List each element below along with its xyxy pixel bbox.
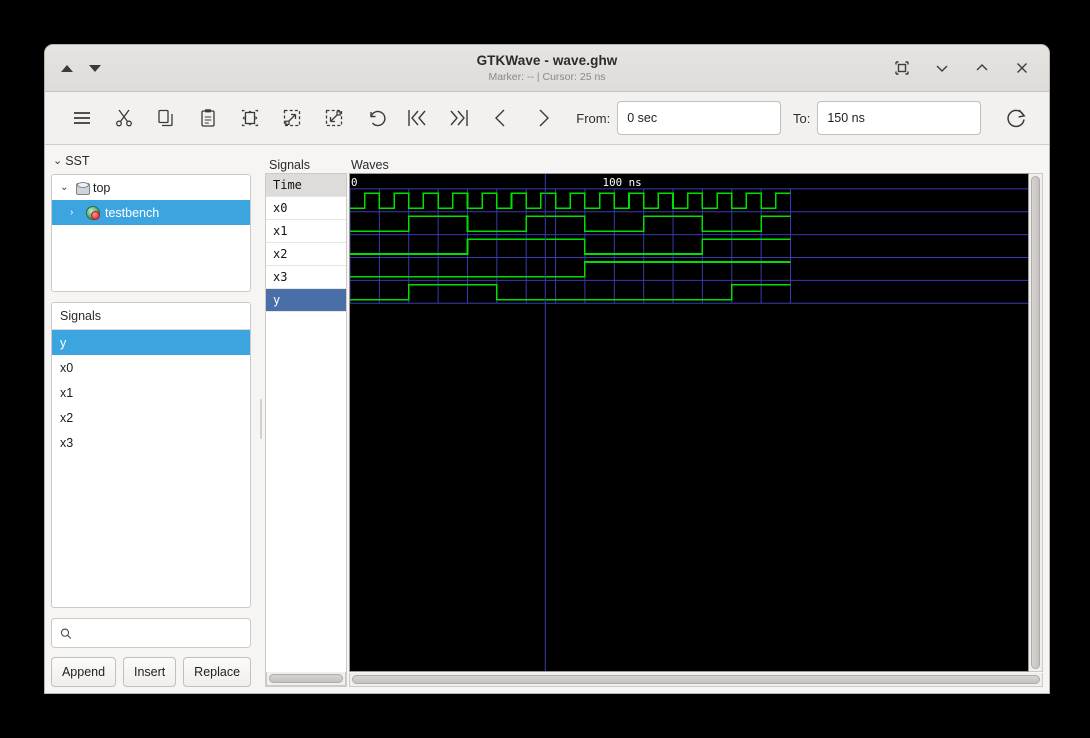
from-value: 0 sec — [627, 111, 658, 125]
window-controls — [893, 59, 1049, 77]
search-icon — [60, 628, 72, 639]
title-bar: GTKWave - wave.ghw Marker: -- | Cursor: … — [45, 45, 1049, 92]
paste-icon[interactable] — [187, 98, 229, 138]
signal-search-box[interactable] — [51, 618, 251, 648]
wave-name-x0[interactable]: x0 — [266, 197, 346, 220]
zoom-fit-icon[interactable] — [229, 98, 271, 138]
wave-panel: Signals Waves Time x0 x1 x2 x3 y 0 100 n… — [265, 145, 1049, 693]
minimize-icon[interactable] — [933, 59, 951, 77]
zoom-in-icon[interactable] — [271, 98, 313, 138]
signal-name: x0 — [60, 360, 74, 375]
goto-end-icon[interactable] — [438, 98, 480, 138]
list-item[interactable]: x3 — [52, 430, 250, 455]
tree-item-testbench[interactable]: › testbench — [52, 200, 250, 225]
restore-icon[interactable] — [893, 59, 911, 77]
reload-icon[interactable] — [995, 98, 1037, 138]
list-item[interactable]: x1 — [52, 380, 250, 405]
goto-start-icon[interactable] — [397, 98, 439, 138]
chevron-down-icon[interactable]: ⌄ — [60, 182, 71, 193]
svg-text:100 ns: 100 ns — [603, 176, 642, 189]
title-bar-nav — [45, 64, 101, 72]
wave-horizontal-scrollbar[interactable] — [349, 673, 1043, 687]
nav-down-icon[interactable] — [89, 64, 101, 72]
action-button-row: Append Insert Replace — [51, 657, 252, 687]
gtkwave-window: GTKWave - wave.ghw Marker: -- | Cursor: … — [44, 44, 1050, 694]
cylinder-icon — [76, 181, 90, 195]
to-input[interactable]: 150 ns — [817, 101, 982, 135]
search-input[interactable] — [78, 625, 242, 641]
prev-edge-icon[interactable] — [480, 98, 522, 138]
left-panel: ⌄ SST ⌄ top › testbench Signals y x0 x1 … — [45, 145, 257, 693]
scrollbar-thumb[interactable] — [352, 675, 1040, 684]
chevron-right-icon[interactable]: › — [70, 207, 81, 218]
signals-column-header: Signals — [269, 158, 310, 172]
time-row-label: Time — [266, 174, 346, 197]
signals-list-panel: Signals y x0 x1 x2 x3 — [51, 302, 251, 608]
wave-panel-headers: Signals Waves — [265, 151, 1043, 173]
nav-up-icon[interactable] — [61, 64, 73, 72]
wave-vertical-scrollbar[interactable] — [1029, 173, 1043, 672]
wave-main-area: Time x0 x1 x2 x3 y 0 100 ns — [265, 173, 1043, 687]
list-item[interactable]: x2 — [52, 405, 250, 430]
chevron-down-icon: ⌄ — [53, 154, 63, 167]
signal-name: x3 — [60, 435, 74, 450]
signal-names-column: Time x0 x1 x2 x3 y — [265, 173, 347, 687]
waveform-svg: 0 100 ns — [350, 174, 1028, 671]
signal-name: x1 — [60, 385, 74, 400]
sst-section-header[interactable]: ⌄ SST — [51, 151, 251, 171]
wave-canvas-row: 0 100 ns — [349, 173, 1043, 672]
wave-canvas-column: 0 100 ns — [349, 173, 1043, 687]
panel-splitter[interactable] — [257, 145, 265, 693]
to-value: 150 ns — [827, 111, 865, 125]
toolbar: From: 0 sec To: 150 ns — [45, 92, 1049, 145]
signal-name: x2 — [60, 410, 74, 425]
undo-icon[interactable] — [355, 98, 397, 138]
from-input[interactable]: 0 sec — [617, 101, 781, 135]
close-icon[interactable] — [1013, 59, 1031, 77]
insert-button[interactable]: Insert — [123, 657, 177, 687]
sst-label: SST — [65, 154, 90, 168]
from-label: From: — [576, 110, 611, 126]
scrollbar-thumb[interactable] — [1031, 176, 1040, 669]
wave-name-y[interactable]: y — [266, 289, 346, 312]
main-body: ⌄ SST ⌄ top › testbench Signals y x0 x1 … — [45, 145, 1049, 693]
waves-column-header: Waves — [351, 158, 389, 172]
sst-tree: ⌄ top › testbench — [51, 174, 251, 292]
list-item[interactable]: x0 — [52, 355, 250, 380]
append-button[interactable]: Append — [51, 657, 117, 687]
to-label: To: — [792, 110, 811, 126]
wave-name-x1[interactable]: x1 — [266, 220, 346, 243]
maximize-icon[interactable] — [973, 59, 991, 77]
splitter-grip — [260, 399, 262, 439]
signals-list-header: Signals — [52, 303, 250, 330]
list-item[interactable]: y — [52, 330, 250, 355]
next-edge-icon[interactable] — [522, 98, 564, 138]
scrollbar-thumb[interactable] — [269, 674, 343, 683]
signal-name: y — [60, 335, 67, 350]
tree-item-label: top — [93, 180, 111, 195]
globe-icon — [86, 205, 100, 220]
names-horizontal-scrollbar[interactable] — [266, 672, 346, 686]
waveform-canvas[interactable]: 0 100 ns — [349, 173, 1029, 672]
names-spacer — [266, 312, 346, 672]
wave-name-x2[interactable]: x2 — [266, 243, 346, 266]
hamburger-menu-icon[interactable] — [61, 98, 103, 138]
svg-text:0: 0 — [351, 176, 358, 189]
cut-icon[interactable] — [103, 98, 145, 138]
replace-button[interactable]: Replace — [183, 657, 252, 687]
copy-icon[interactable] — [145, 98, 187, 138]
tree-item-label: testbench — [105, 205, 160, 220]
wave-name-x3[interactable]: x3 — [266, 266, 346, 289]
zoom-out-icon[interactable] — [313, 98, 355, 138]
tree-item-top[interactable]: ⌄ top — [52, 175, 250, 200]
